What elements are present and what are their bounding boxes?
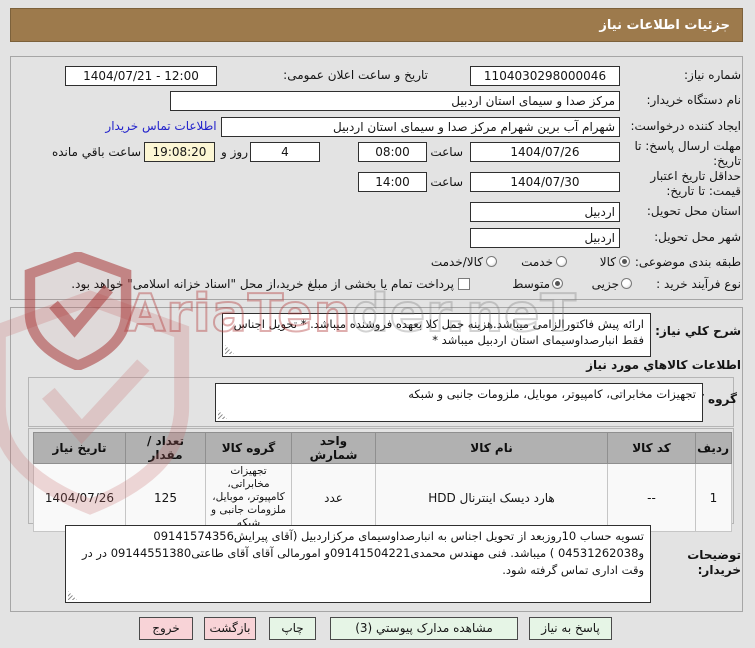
goods-group-textarea[interactable]: تجهیزات مخابراتی، کامپیوتر، موبایل، ملزو… (215, 383, 703, 422)
reply-deadline-date-field[interactable]: 1404/07/26 (470, 142, 620, 162)
col-goods-name: نام کالا (375, 432, 608, 464)
treasury-checkbox[interactable] (458, 278, 470, 290)
need-number-label: شماره نیاز: (684, 68, 741, 82)
page-title: جزئیات اطلاعات نیاز (10, 8, 743, 42)
need-number-field[interactable]: 1104030298000046 (470, 66, 620, 86)
col-row-no: ردیف (695, 432, 732, 464)
cell-goods-name: هارد دیسک اینترنال HDD (375, 463, 608, 532)
cell-row-no: 1 (695, 463, 732, 532)
price-validity-label: حداقل تاریخ اعتبار قیمت: تا تاریخ: (650, 169, 741, 198)
resize-grip-icon[interactable] (68, 591, 77, 600)
radio-medium-label: متوسط (512, 277, 550, 291)
buyer-contact-link[interactable]: اطلاعات تماس خریدار (103, 119, 219, 133)
cell-goods-group: تجهیزات مخابراتی، کامپیوتر، موبایل، ملزو… (205, 463, 292, 532)
cell-need-date: 1404/07/26 (33, 463, 126, 532)
exit-button[interactable]: خروج (139, 617, 193, 640)
request-creator-label: ایجاد کننده درخواست: (630, 119, 741, 133)
cell-unit: عدد (291, 463, 376, 532)
resize-grip-icon[interactable] (225, 345, 234, 354)
buyer-notes-textarea[interactable]: تسویه حساب 10روزبعد از تحویل اجناس به ان… (65, 525, 651, 603)
delivery-city-label: شهر محل تحویل: (654, 230, 741, 244)
announce-datetime-field[interactable]: 1404/07/21 - 12:00 (65, 66, 217, 86)
cell-goods-code: -- (607, 463, 696, 532)
goods-section-title: اطلاعات کالاهاي مورد نیاز (586, 358, 741, 372)
radio-minor[interactable] (621, 278, 632, 289)
days-left-field[interactable]: 4 (250, 142, 320, 162)
reply-deadline-label: مهلت ارسال پاسخ: تا تاریخ: (634, 139, 741, 168)
col-need-date: تاریخ نیاز (33, 432, 126, 464)
countdown-timer: 19:08:20 (144, 142, 215, 162)
radio-service[interactable] (556, 256, 567, 267)
radio-service-label: خدمت (521, 255, 553, 269)
back-button[interactable]: بازگشت (204, 617, 256, 640)
view-attachments-button[interactable]: مشاهده مدارک پیوستي (3) (330, 617, 518, 640)
buyer-notes-text: تسویه حساب 10روزبعد از تحویل اجناس به ان… (82, 529, 644, 577)
radio-minor-label: جزیی (591, 277, 619, 291)
col-quantity: تعداد / مقدار (125, 432, 206, 464)
price-validity-time-field[interactable]: 14:00 (358, 172, 427, 192)
buyer-notes-label: توضیحات خریدار: (687, 548, 741, 577)
goods-group-text: تجهیزات مخابراتی، کامپیوتر، موبایل، ملزو… (408, 387, 696, 401)
goods-table: ردیف کد کالا نام کالا واحد شمارش گروه کا… (33, 432, 732, 532)
delivery-city-field[interactable]: اردبیل (470, 228, 620, 248)
cell-quantity: 125 (125, 463, 206, 532)
subject-class-label: طبقه بندی موضوعی: (634, 255, 741, 269)
radio-goods[interactable] (619, 256, 630, 267)
need-description-label: شرح کلي نیاز: (655, 324, 741, 338)
countdown-label: ساعت باقي مانده (51, 145, 141, 159)
announce-datetime-label: تاریخ و ساعت اعلان عمومی: (283, 68, 428, 82)
delivery-province-field[interactable]: اردبیل (470, 202, 620, 222)
radio-medium[interactable] (552, 278, 563, 289)
treasury-checkbox-label: پرداخت تمام یا بخشی از مبلغ خرید،از محل … (71, 277, 454, 291)
goods-table-header-row: ردیف کد کالا نام کالا واحد شمارش گروه کا… (33, 432, 732, 464)
request-creator-field[interactable]: شهرام آب برین شهرام مرکز صدا و سیمای است… (221, 117, 620, 137)
radio-goods-service-label: کالا/خدمت (430, 255, 483, 269)
buyer-org-field[interactable]: مرکز صدا و سیمای استان اردبیل (170, 91, 620, 111)
col-goods-code: کد کالا (607, 432, 696, 464)
days-label: روز و (221, 145, 248, 159)
deadline-hour-label: ساعت (430, 145, 463, 159)
need-details-page: جزئیات اطلاعات نیاز شماره نیاز: 11040302… (0, 0, 755, 648)
radio-goods-label: کالا (599, 255, 616, 269)
reply-deadline-time-field[interactable]: 08:00 (358, 142, 427, 162)
col-unit: واحد شمارش (291, 432, 376, 464)
need-description-text: ارائه پیش فاکتورالزامی میباشد.هزینه حمل … (233, 317, 644, 347)
delivery-province-label: استان محل تحویل: (646, 204, 741, 218)
goods-table-row: 1 -- هارد دیسک اینترنال HDD عدد تجهیزات … (33, 463, 732, 532)
need-description-textarea[interactable]: ارائه پیش فاکتورالزامی میباشد.هزینه حمل … (222, 313, 651, 357)
price-validity-date-field[interactable]: 1404/07/30 (470, 172, 620, 192)
print-button[interactable]: چاپ (269, 617, 316, 640)
reply-to-need-button[interactable]: پاسخ به نیاز (529, 617, 612, 640)
buyer-org-label: نام دستگاه خریدار: (646, 93, 742, 107)
col-goods-group: گروه کالا (205, 432, 292, 464)
validity-hour-label: ساعت (430, 175, 463, 189)
radio-goods-service[interactable] (486, 256, 497, 267)
purchase-process-label: نوع فرآیند خرید : (656, 277, 741, 291)
resize-grip-icon[interactable] (218, 410, 227, 419)
